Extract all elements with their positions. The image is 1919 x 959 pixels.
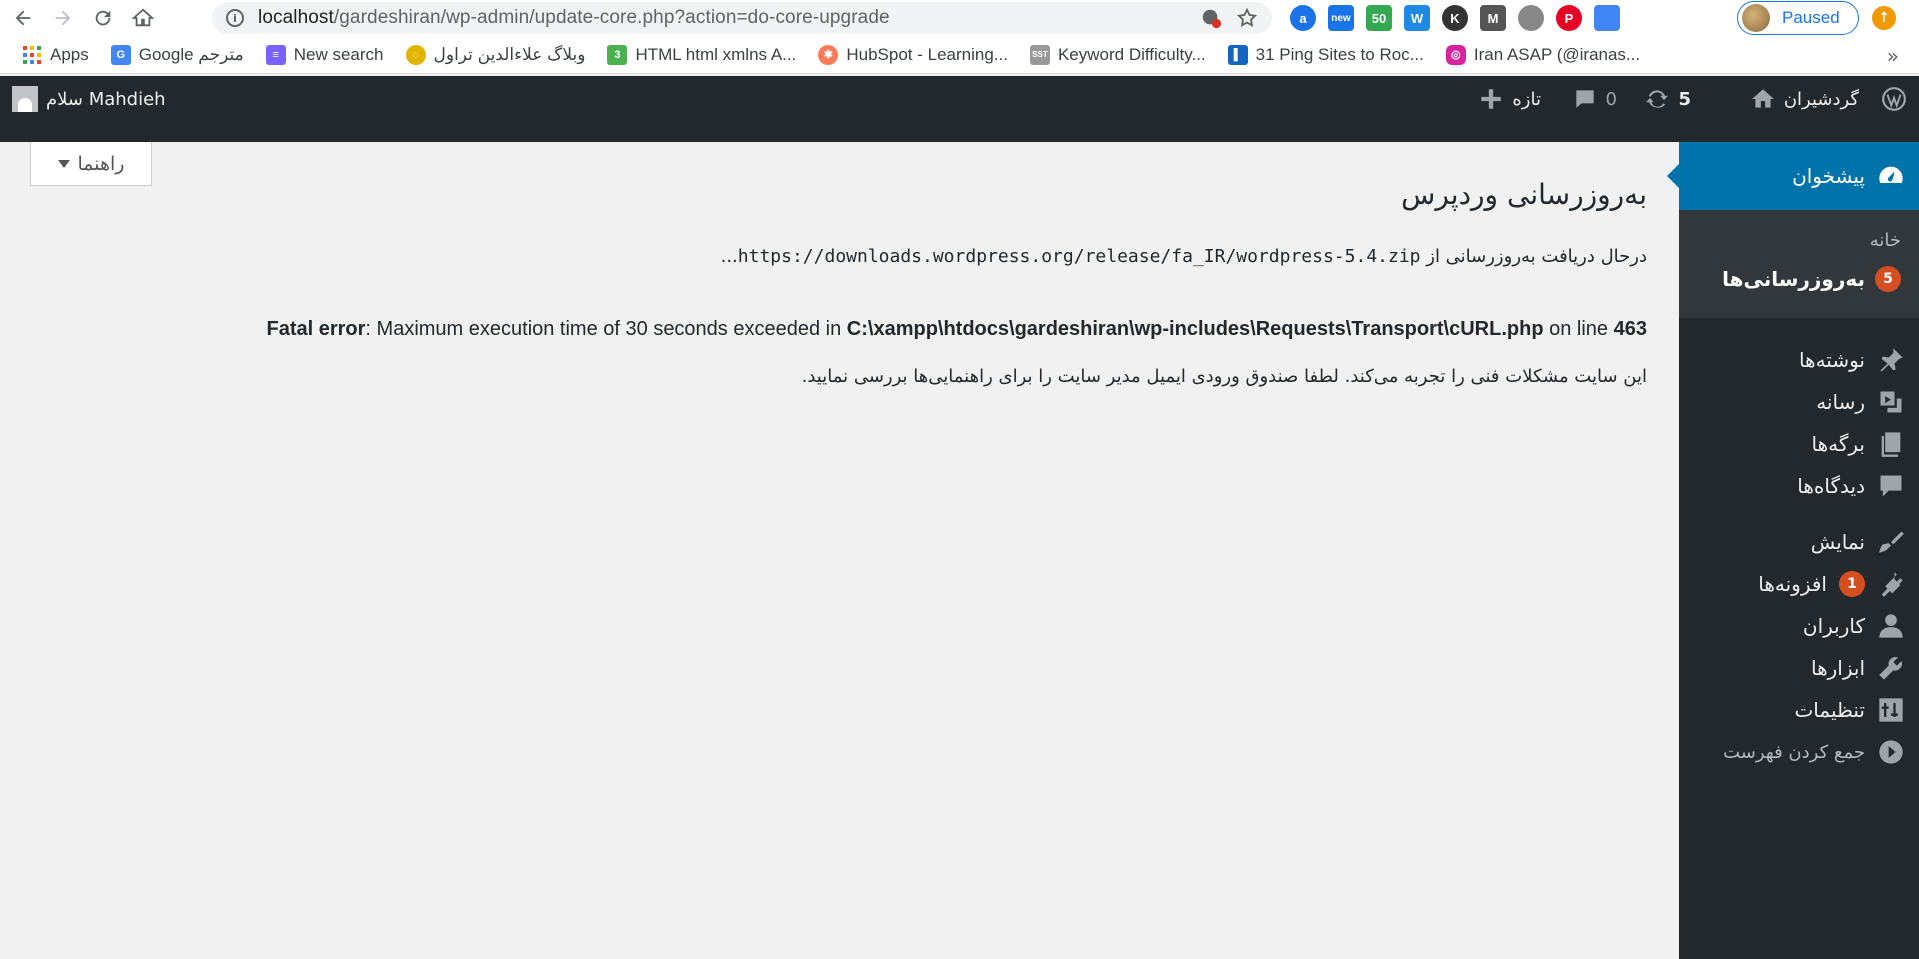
apps-grid-icon bbox=[22, 45, 42, 65]
help-tab-button[interactable]: راهنما bbox=[30, 142, 152, 186]
sidebar-item-appearance[interactable]: نمایش bbox=[1679, 520, 1919, 564]
extension-icon[interactable]: P bbox=[1556, 5, 1582, 31]
extension-icon[interactable] bbox=[1518, 5, 1544, 31]
bookmark-iran-asap[interactable]: ◎ Iran ASAP (@iranas... bbox=[1445, 44, 1640, 65]
url-text: localhost/gardeshiran/wp-admin/update-co… bbox=[258, 7, 890, 28]
profile-paused-button[interactable]: Paused bbox=[1737, 1, 1859, 35]
avatar bbox=[12, 86, 38, 112]
refresh-icon bbox=[1646, 90, 1669, 108]
sidebar-item-pages[interactable]: برگه‌ها bbox=[1679, 422, 1919, 466]
sidebar-item-media[interactable]: رسانه bbox=[1679, 380, 1919, 424]
my-account-menu[interactable]: سلام Mahdieh bbox=[12, 76, 166, 122]
new-content-menu[interactable]: تازه bbox=[1478, 76, 1541, 122]
reload-button[interactable] bbox=[86, 1, 120, 35]
wordpress-logo-icon bbox=[1882, 87, 1906, 111]
hubspot-icon: ✱ bbox=[818, 44, 839, 65]
comment-bubble-icon bbox=[1575, 90, 1594, 108]
plugin-icon bbox=[1881, 572, 1903, 597]
download-url: https://downloads.wordpress.org/release/… bbox=[737, 246, 1421, 267]
more-bookmarks-icon[interactable]: » bbox=[1887, 44, 1899, 68]
extension-icon[interactable]: K bbox=[1442, 5, 1468, 31]
sidebar-subitem-updates[interactable]: به‌روزرسانی‌ها 5 bbox=[1722, 266, 1901, 292]
page-title: به‌روزرسانی وردپرس bbox=[1401, 178, 1647, 211]
arrow-right-icon bbox=[55, 10, 71, 26]
site-name-menu[interactable]: گردشیران bbox=[1750, 76, 1859, 122]
wp-admin-bar: گردشیران 5 0 تازه سلام Mahdieh bbox=[0, 76, 1919, 142]
back-button[interactable] bbox=[6, 1, 40, 35]
address-bar[interactable]: i localhost/gardeshiran/wp-admin/update-… bbox=[212, 2, 1272, 34]
bookmark-aladdin[interactable]: ◌ وبلاگ علاءالدین تراول bbox=[405, 44, 585, 65]
arrow-left-icon bbox=[15, 10, 31, 26]
dashboard-submenu: خانه به‌روزرسانی‌ها 5 bbox=[1679, 210, 1919, 318]
caret-down-icon bbox=[57, 159, 70, 168]
collapse-menu-button[interactable]: جمع کردن فهرست bbox=[1679, 730, 1919, 774]
extensions-bar: a new 50 W K M P bbox=[1290, 3, 1620, 33]
sidebar-item-settings[interactable]: تنظیمات bbox=[1679, 688, 1919, 732]
updates-count-badge: 5 bbox=[1875, 266, 1901, 292]
browser-toolbar: i localhost/gardeshiran/wp-admin/update-… bbox=[0, 0, 1919, 36]
sidebar-item-plugins[interactable]: افزونه‌ها 1 bbox=[1679, 562, 1919, 606]
extension-icon[interactable]: W bbox=[1404, 5, 1430, 31]
bookmark-ping-sites[interactable]: ▌ 31 Ping Sites to Roc... bbox=[1227, 44, 1424, 65]
forward-button[interactable] bbox=[46, 1, 80, 35]
reload-icon bbox=[95, 10, 111, 26]
bookmark-google-translate[interactable]: G Google مترجم bbox=[110, 44, 244, 65]
aladdin-icon: ◌ bbox=[405, 44, 426, 65]
sidebar-item-posts[interactable]: نوشته‌ها bbox=[1679, 338, 1919, 382]
pages-icon bbox=[1881, 432, 1901, 457]
dashboard-gauge-icon bbox=[1879, 166, 1903, 183]
instagram-icon: ◎ bbox=[1445, 44, 1466, 65]
info-icon[interactable]: i bbox=[226, 9, 244, 27]
home-button[interactable] bbox=[126, 1, 160, 35]
bookmark-new-search[interactable]: ≡ New search bbox=[265, 44, 384, 65]
home-icon bbox=[132, 8, 154, 27]
extension-icon[interactable]: M bbox=[1480, 5, 1506, 31]
comment-bubble-icon bbox=[1880, 475, 1902, 497]
bookmark-apps[interactable]: Apps bbox=[22, 45, 89, 65]
sidebar-item-comments[interactable]: دیدگاه‌ها bbox=[1679, 464, 1919, 508]
plus-icon bbox=[1481, 89, 1502, 109]
bookmark-hubspot[interactable]: ✱ HubSpot - Learning... bbox=[818, 44, 1008, 65]
plugins-count-badge: 1 bbox=[1839, 571, 1865, 597]
cookie-blocked-icon[interactable] bbox=[1200, 7, 1222, 29]
updates-menu[interactable]: 5 bbox=[1644, 76, 1691, 122]
user-icon bbox=[1879, 614, 1903, 638]
sst-icon: SST bbox=[1029, 44, 1050, 65]
comments-menu[interactable]: 0 bbox=[1572, 76, 1617, 122]
wp-admin-menu: پیشخوان خانه به‌روزرسانی‌ها 5 نوشته‌ها ر… bbox=[1667, 142, 1919, 959]
sidebar-item-users[interactable]: کاربران bbox=[1679, 604, 1919, 648]
bookmark-keyword-difficulty[interactable]: SST Keyword Difficulty... bbox=[1029, 44, 1206, 65]
wp-logo-menu[interactable] bbox=[1881, 76, 1907, 122]
paintbrush-icon bbox=[1879, 531, 1904, 553]
avatar bbox=[1742, 4, 1770, 32]
fatal-error-message: Fatal error: Maximum execution time of 3… bbox=[266, 318, 1647, 340]
download-status: درحال دریافت به‌روزرسانی از https://down… bbox=[720, 246, 1647, 267]
collapse-arrow-icon bbox=[1879, 740, 1903, 764]
update-arrow-icon[interactable]: ↑ bbox=[1872, 6, 1896, 30]
sidebar-subitem-home[interactable]: خانه bbox=[1870, 230, 1901, 251]
media-icon bbox=[1880, 391, 1902, 413]
settings-sliders-icon bbox=[1879, 698, 1903, 722]
extension-icon[interactable] bbox=[1594, 5, 1620, 31]
bookmark-html[interactable]: 3 HTML html xmlns A... bbox=[607, 44, 796, 65]
home-icon bbox=[1751, 89, 1774, 108]
google-translate-icon: G bbox=[110, 44, 131, 65]
search-lines-icon: ≡ bbox=[265, 44, 286, 65]
extension-icon[interactable]: a bbox=[1290, 5, 1316, 31]
critical-error-notice: این سایت مشکلات فنی را تجربه می‌کند. لطف… bbox=[801, 366, 1647, 387]
wrench-icon bbox=[1879, 657, 1902, 680]
w3-icon: 3 bbox=[607, 44, 628, 65]
extension-icon[interactable]: new bbox=[1328, 5, 1354, 31]
ping-icon: ▌ bbox=[1227, 44, 1248, 65]
sidebar-item-tools[interactable]: ابزارها bbox=[1679, 646, 1919, 690]
star-icon[interactable] bbox=[1236, 7, 1258, 29]
sidebar-item-dashboard[interactable]: پیشخوان bbox=[1667, 142, 1919, 210]
extension-icon[interactable]: 50 bbox=[1366, 5, 1392, 31]
bookmarks-bar: Apps G Google مترجم ≡ New search ◌ وبلاگ… bbox=[0, 36, 1919, 74]
pushpin-icon bbox=[1880, 348, 1903, 372]
